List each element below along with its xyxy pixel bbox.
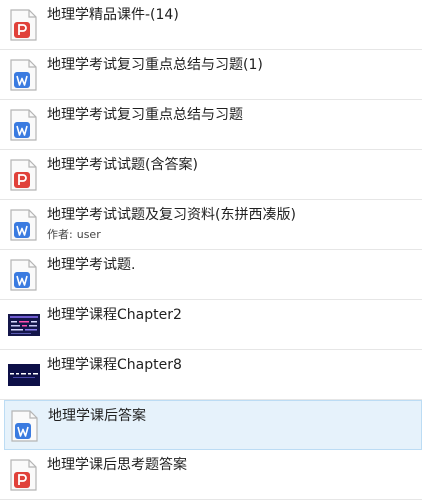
pdf-file-icon (10, 159, 37, 191)
word-file-icon (11, 410, 38, 442)
slide-thumbnail (8, 314, 40, 336)
file-author: 作者: user (47, 228, 101, 242)
file-title: 地理学课后答案 (48, 408, 146, 424)
file-row-selected[interactable]: 地理学课后答案 (4, 400, 422, 450)
file-title: 地理学考试复习重点总结与习题(1) (47, 57, 263, 73)
file-row[interactable]: 地理学考试试题及复习资料(东拼西凑版) 作者: user (0, 200, 422, 250)
pdf-file-icon (10, 459, 37, 491)
file-row[interactable]: 地理学课程Chapter8 (0, 350, 422, 400)
file-row[interactable]: 地理学课程Chapter2 (0, 300, 422, 350)
file-title: 地理学课程Chapter8 (47, 357, 182, 373)
file-row[interactable]: 地理学精品课件-(14) (0, 0, 422, 50)
file-title: 地理学考试试题(含答案) (47, 157, 198, 173)
word-file-icon (10, 59, 37, 91)
file-title: 地理学课程Chapter2 (47, 307, 182, 323)
file-row[interactable]: 地理学考试复习重点总结与习题 (0, 100, 422, 150)
word-file-icon (10, 209, 37, 241)
file-list: 地理学精品课件-(14) 地理学考试复习重点总结与习题(1) 地理学考试复习重点… (0, 0, 422, 504)
word-file-icon (10, 259, 37, 291)
author-label: 作者: (47, 228, 73, 241)
file-title: 地理学考试试题及复习资料(东拼西凑版) (47, 207, 296, 223)
file-title: 地理学精品课件-(14) (47, 7, 179, 23)
author-name: user (76, 228, 101, 241)
slide-thumbnail (8, 364, 40, 386)
file-title: 地理学考试题. (47, 257, 136, 273)
file-title: 地理学考试复习重点总结与习题 (47, 107, 243, 123)
file-row[interactable]: 地理学考试试题(含答案) (0, 150, 422, 200)
file-row[interactable]: 地理学考试复习重点总结与习题(1) (0, 50, 422, 100)
file-row[interactable]: 地理学考试题. (0, 250, 422, 300)
file-row[interactable]: 地理学课后思考题答案 (0, 450, 422, 500)
file-title: 地理学课后思考题答案 (47, 457, 187, 473)
pdf-file-icon (10, 9, 37, 41)
word-file-icon (10, 109, 37, 141)
